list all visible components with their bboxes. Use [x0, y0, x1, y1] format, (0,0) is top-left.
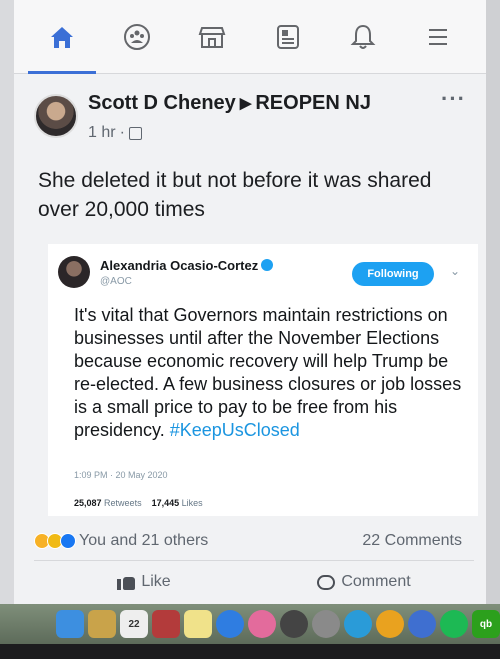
- photo-booth-icon[interactable]: [152, 610, 180, 638]
- home-icon: [50, 26, 73, 48]
- marketplace-icon: [198, 26, 226, 48]
- chevron-down-icon: ⌄: [450, 264, 461, 278]
- group-name[interactable]: REOPEN NJ: [255, 92, 371, 114]
- verified-badge-icon: [261, 259, 274, 271]
- nav-news[interactable]: [260, 9, 316, 65]
- app-store-icon[interactable]: [216, 610, 244, 638]
- divider: [34, 560, 474, 561]
- camera-icon[interactable]: [280, 610, 308, 638]
- comment-button-label: Comment: [341, 573, 411, 590]
- post-time[interactable]: 1 hr: [88, 124, 116, 142]
- safari-icon[interactable]: [344, 610, 372, 638]
- groups-icon: [123, 23, 150, 50]
- top-navigation: [14, 0, 486, 74]
- nav-home[interactable]: [27, 9, 96, 74]
- tweet-avatar: [58, 256, 90, 288]
- reaction-summary[interactable]: You and 21 others 22 Comments: [34, 524, 474, 558]
- reaction-text[interactable]: You and 21 others: [79, 532, 208, 550]
- author-name[interactable]: Scott D Cheney: [88, 92, 236, 114]
- bell-icon: [350, 24, 376, 49]
- compass-icon[interactable]: [408, 610, 436, 638]
- thumbs-up-icon: [117, 574, 136, 590]
- retweet-count: 25,087: [74, 498, 102, 508]
- retweet-label: Retweets: [104, 498, 142, 508]
- mac-dock: 22 qb: [0, 604, 500, 644]
- like-reaction-icon: [60, 533, 76, 549]
- reaction-icons: [34, 533, 76, 549]
- spotify-icon[interactable]: [440, 610, 468, 638]
- comment-button[interactable]: Comment: [254, 564, 474, 600]
- monitor-right-edge: [486, 0, 500, 610]
- notes-icon[interactable]: [88, 610, 116, 638]
- quickbooks-icon[interactable]: qb: [472, 610, 500, 638]
- nav-groups[interactable]: [109, 9, 165, 65]
- finder-icon[interactable]: [56, 610, 84, 638]
- newspaper-icon: [276, 24, 299, 49]
- tweet-handle: @AOC: [100, 276, 132, 287]
- tweet-body: It's vital that Governors maintain restr…: [74, 304, 464, 442]
- like-label: Likes: [181, 498, 203, 508]
- comment-count[interactable]: 22 Comments: [362, 532, 462, 550]
- monitor-left-edge: [0, 0, 14, 610]
- photos-icon[interactable]: [248, 610, 276, 638]
- like-button[interactable]: Like: [34, 564, 254, 600]
- like-count: 17,445: [151, 498, 180, 508]
- post-meta: 1 hr ·: [88, 124, 142, 142]
- author-line: Scott D Cheney ▶ REOPEN NJ: [88, 92, 371, 115]
- audience-icon: [128, 126, 142, 140]
- tweet-hashtag: #KeepUsClosed: [169, 420, 300, 440]
- post-text: She deleted it but not before it was sha…: [38, 169, 432, 221]
- stickies-icon[interactable]: [184, 610, 212, 638]
- post-actions: Like Comment: [34, 564, 474, 600]
- author-avatar[interactable]: [34, 94, 78, 138]
- tweet-author-name: Alexandria Ocasio-Cortez: [100, 258, 274, 273]
- monitor-bezel: [0, 644, 500, 659]
- tweet-timestamp: 1:09 PM · 20 May 2020: [74, 470, 168, 480]
- hamburger-menu-icon: [429, 28, 448, 45]
- embedded-tweet-image[interactable]: Alexandria Ocasio-Cortez @AOC Following …: [48, 244, 478, 516]
- tweet-author-name-text: Alexandria Ocasio-Cortez: [100, 258, 259, 273]
- tweet-stats: 25,087 Retweets 17,445 Likes: [74, 498, 203, 508]
- share-arrow-icon: ▶: [239, 95, 252, 112]
- post-header: Scott D Cheney ▶ REOPEN NJ 1 hr · ···: [34, 86, 474, 150]
- more-options-icon[interactable]: ···: [441, 86, 466, 112]
- comment-bubble-icon: [317, 574, 336, 590]
- settings-gear-icon[interactable]: [312, 610, 340, 638]
- calendar-icon[interactable]: 22: [120, 610, 148, 638]
- like-button-label: Like: [141, 573, 171, 590]
- nav-marketplace[interactable]: [184, 9, 240, 65]
- separator-dot: ·: [119, 124, 125, 141]
- facebook-screen: Scott D Cheney ▶ REOPEN NJ 1 hr · ··· She d…: [14, 0, 486, 610]
- nav-notifications[interactable]: [335, 9, 391, 65]
- nav-menu[interactable]: [410, 9, 466, 65]
- following-button: Following: [352, 262, 434, 286]
- chrome-icon[interactable]: [376, 610, 404, 638]
